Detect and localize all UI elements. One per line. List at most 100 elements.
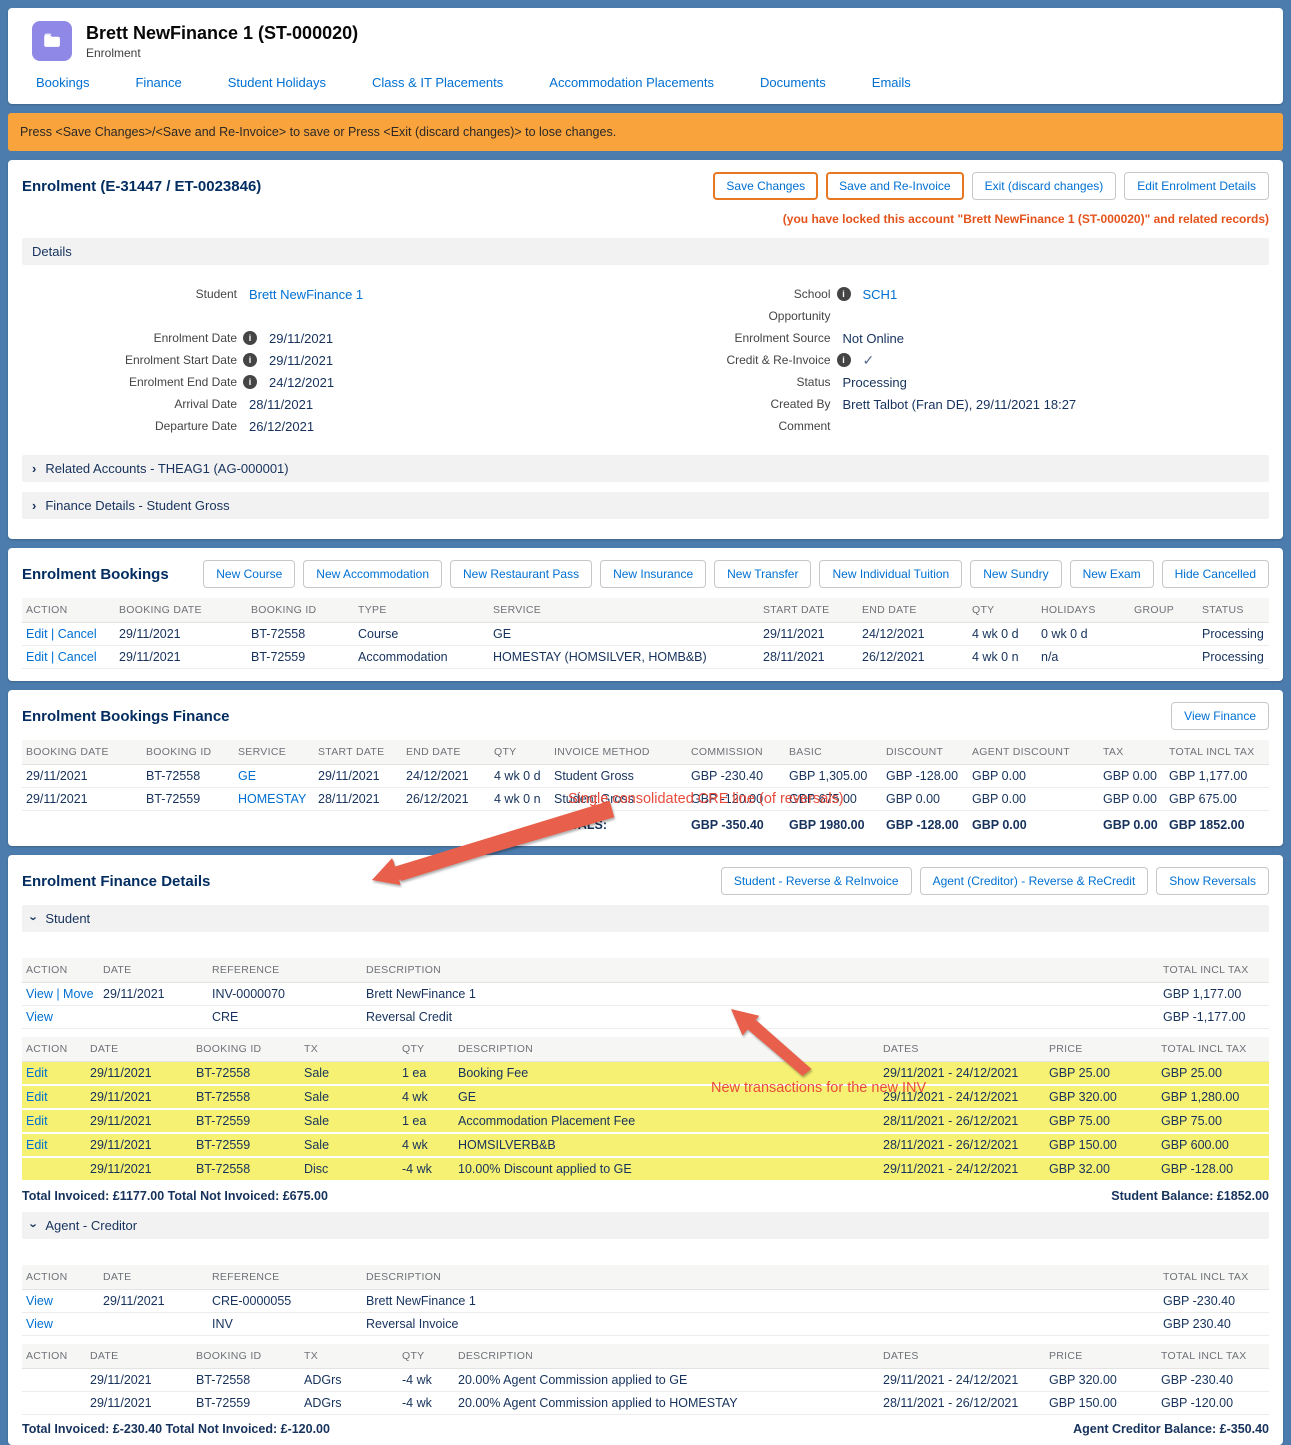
cell: GBP -1,177.00 [1159, 1006, 1269, 1029]
col-end-date: END DATE [858, 598, 968, 623]
tab-bookings[interactable]: Bookings [36, 75, 89, 90]
btn-show-reversals[interactable]: Show Reversals [1156, 867, 1269, 895]
cell: GBP 25.00 [1157, 1062, 1269, 1086]
cell: 24/12/2021 [402, 765, 490, 788]
action-link[interactable]: Edit [22, 1109, 86, 1133]
btn-new-sundry[interactable]: New Sundry [970, 560, 1061, 588]
field-value: 29/11/2021 [269, 331, 333, 346]
btn-new-restaurant-pass[interactable]: New Restaurant Pass [450, 560, 592, 588]
related-accounts-accordion[interactable]: › Related Accounts - THEAG1 (AG-000001) [22, 455, 1269, 482]
cell: BT-72558 [142, 765, 234, 788]
btn-new-course[interactable]: New Course [203, 560, 295, 588]
action-link[interactable]: Edit [22, 1133, 86, 1157]
btn-new-accommodation[interactable]: New Accommodation [303, 560, 442, 588]
table-row: Edit29/11/2021BT-72558Sale1 eaBooking Fe… [22, 1062, 1269, 1086]
table-row: 29/11/2021BT-72559ADGrs-4 wk20.00% Agent… [22, 1392, 1269, 1415]
finance-details-accordion[interactable]: › Finance Details - Student Gross [22, 492, 1269, 519]
cell: 29/11/2021 [86, 1109, 192, 1133]
col-qty: QTY [398, 1344, 454, 1369]
btn-new-individual-tuition[interactable]: New Individual Tuition [819, 560, 962, 588]
action-link[interactable]: View | Move [22, 983, 99, 1006]
tab-accommodation-placements[interactable]: Accommodation Placements [549, 75, 714, 90]
tab-student-holidays[interactable]: Student Holidays [228, 75, 326, 90]
edit-enrolment-details-button[interactable]: Edit Enrolment Details [1124, 172, 1269, 200]
action-link[interactable]: Edit [22, 1062, 86, 1086]
action-link[interactable]: View [22, 1313, 99, 1336]
cell: 29/11/2021 [22, 788, 142, 811]
cell: -4 wk [398, 1157, 454, 1181]
cell [22, 1369, 86, 1392]
student-link[interactable]: Brett NewFinance 1 [249, 287, 363, 302]
action-link[interactable]: HOMESTAY [234, 788, 314, 811]
col-reference: REFERENCE [208, 1265, 362, 1290]
status-value: Processing [843, 375, 907, 390]
btn-hide-cancelled[interactable]: Hide Cancelled [1162, 560, 1269, 588]
btn-new-insurance[interactable]: New Insurance [600, 560, 706, 588]
col-price: PRICE [1045, 1037, 1157, 1062]
col-invoice-method: INVOICE METHOD [550, 740, 687, 765]
col-description: DESCRIPTION [454, 1037, 879, 1062]
btn-student-reverse-reinvoice[interactable]: Student - Reverse & ReInvoice [721, 867, 912, 895]
accordion-label: Finance Details - Student Gross [45, 498, 229, 513]
agent-creditor-balance: Agent Creditor Balance: £-350.40 [1073, 1422, 1269, 1436]
col-status: STATUS [1198, 598, 1269, 623]
cell: GBP -128.00 [1157, 1157, 1269, 1181]
action-link[interactable]: View [22, 1006, 99, 1029]
annotation-cre-label: Single consolidated CRE line (of reversa… [568, 791, 844, 807]
action-link[interactable]: View [22, 1290, 99, 1313]
cell: 29/11/2021 [86, 1133, 192, 1157]
col-basic: BASIC [785, 740, 882, 765]
col-qty: QTY [490, 740, 550, 765]
col-total-incl-tax: TOTAL INCL TAX [1165, 740, 1269, 765]
agent-invoice-table: ACTIONDATEREFERENCEDESCRIPTIONTOTAL INCL… [22, 1265, 1269, 1336]
btn-agent-creditor-reverse-recredit[interactable]: Agent (Creditor) - Reverse & ReCredit [920, 867, 1149, 895]
enrolment-bookings-finance-card: Enrolment Bookings Finance View Finance … [8, 690, 1283, 846]
agent-creditor-accordion[interactable]: › Agent - Creditor [22, 1212, 1269, 1239]
bookings-finance-table: BOOKING DATEBOOKING IDSERVICESTART DATEE… [22, 740, 1269, 836]
col-dates: DATES [879, 1344, 1045, 1369]
exit-discard-button[interactable]: Exit (discard changes) [972, 172, 1117, 200]
tab-documents[interactable]: Documents [760, 75, 826, 90]
action-link[interactable]: Edit [22, 1085, 86, 1109]
col-start-date: START DATE [314, 740, 402, 765]
cell: Course [354, 623, 489, 646]
cell [22, 1157, 86, 1181]
tab-emails[interactable]: Emails [872, 75, 911, 90]
col-tx: TX [300, 1037, 398, 1062]
enrolment-bookings-card: Enrolment Bookings New CourseNew Accommo… [8, 548, 1283, 681]
tab-class-it-placements[interactable]: Class & IT Placements [372, 75, 503, 90]
student-accordion[interactable]: › Student [22, 905, 1269, 932]
cell: GBP 0.00 [1099, 765, 1165, 788]
action-link[interactable]: Edit | Cancel [22, 646, 115, 669]
btn-new-transfer[interactable]: New Transfer [714, 560, 811, 588]
cell: Sale [300, 1085, 398, 1109]
action-link[interactable]: Edit | Cancel [22, 623, 115, 646]
action-link[interactable]: GE [234, 765, 314, 788]
account-lock-message: (you have locked this account "Brett New… [8, 210, 1283, 238]
school-link[interactable]: SCH1 [863, 287, 898, 302]
table-row: 29/11/2021BT-72558Disc-4 wk10.00% Discou… [22, 1157, 1269, 1181]
cell: Processing [1198, 646, 1269, 669]
field-label: Enrolment Date [22, 331, 237, 345]
save-and-reinvoice-button[interactable]: Save and Re-Invoice [826, 172, 963, 200]
cell: BT-72558 [192, 1157, 300, 1181]
cell: CRE-0000055 [208, 1290, 362, 1313]
cell: GBP 32.00 [1045, 1157, 1157, 1181]
view-finance-button[interactable]: View Finance [1171, 702, 1269, 730]
cell: GBP 0.00 [968, 765, 1099, 788]
cell: GBP 0.00 [882, 788, 968, 811]
finance-details-buttons: Student - Reverse & ReInvoice Agent (Cred… [713, 867, 1269, 895]
cell: Brett NewFinance 1 [362, 983, 1159, 1006]
btn-new-exam[interactable]: New Exam [1070, 560, 1154, 588]
cell: GBP 1852.00 [1165, 811, 1269, 837]
field-label: Arrival Date [22, 397, 237, 411]
cell: n/a [1037, 646, 1130, 669]
save-changes-button[interactable]: Save Changes [713, 172, 818, 200]
cell: HOMSILVERB&B [454, 1133, 879, 1157]
tab-finance[interactable]: Finance [135, 75, 181, 90]
cell: GBP 1980.00 [785, 811, 882, 837]
cell: GBP 675.00 [1165, 788, 1269, 811]
field-label: Enrolment Source [646, 331, 831, 345]
cell: GBP -230.40 [687, 765, 785, 788]
cell: GBP 75.00 [1045, 1109, 1157, 1133]
